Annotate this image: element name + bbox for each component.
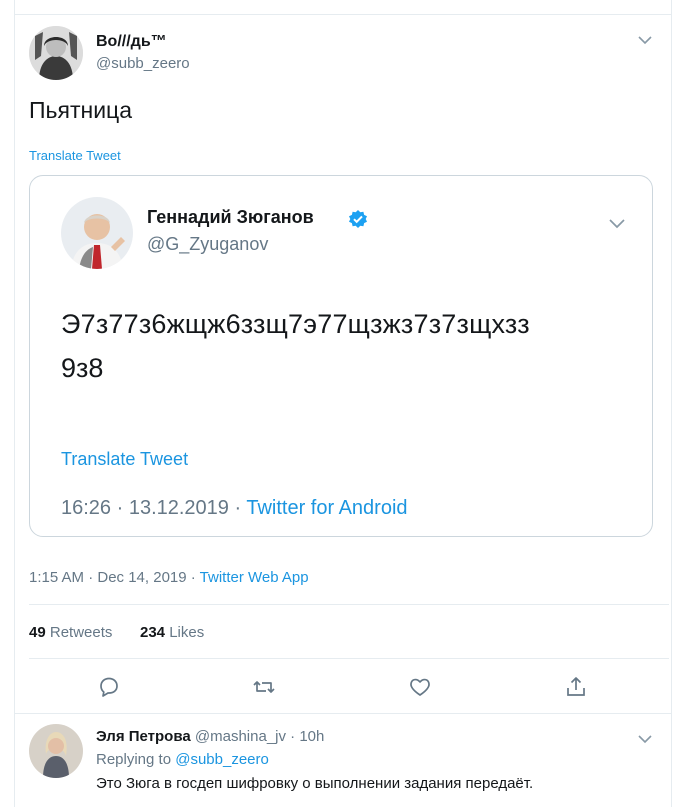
author-avatar[interactable] [29, 26, 83, 80]
top-divider [14, 14, 672, 15]
quoted-tweet-text-line1: Э7з77з6жщж6ззщ7э77щзжз7з7зщхзз [61, 309, 530, 339]
translate-tweet-link[interactable]: Translate Tweet [29, 148, 121, 163]
reply-author-avatar[interactable] [29, 724, 83, 778]
quoted-author-handle[interactable]: @G_Zyuganov [147, 234, 268, 255]
reply-chevron-down-icon[interactable] [637, 731, 653, 747]
quoted-source-link[interactable]: Twitter for Android [246, 497, 407, 519]
share-icon[interactable] [563, 674, 589, 700]
likes-label: Likes [169, 624, 205, 641]
quoted-tweet-text-line2: 9з8 [61, 353, 104, 383]
retweets-label: Retweets [49, 624, 113, 641]
quoted-author-avatar[interactable] [61, 197, 133, 269]
likes-stat[interactable]: 234 Likes [140, 624, 204, 641]
quoted-chevron-down-icon[interactable] [608, 214, 626, 232]
author-name[interactable]: Во///дь™ [96, 33, 167, 51]
reply-icon[interactable] [96, 674, 122, 700]
thread-divider [14, 713, 672, 714]
replying-to: Replying to @subb_zeero [96, 751, 269, 768]
likes-count: 234 [140, 624, 166, 641]
reply-time[interactable]: · 10h [286, 728, 324, 745]
tweet-text: Пьятница [29, 97, 133, 123]
reply-author-handle[interactable]: @mashina_jv [195, 728, 286, 745]
verified-badge-icon [348, 209, 368, 229]
reply-header: Эля Петрова @mashina_jv · 10h [96, 728, 324, 745]
quoted-author-name[interactable]: Геннадий Зюганов [147, 207, 314, 228]
retweets-stat[interactable]: 49 Retweets [29, 624, 112, 641]
chevron-down-icon[interactable] [637, 32, 653, 48]
tweet-meta: 1:15 AM · Dec 14, 2019 · Twitter Web App [29, 569, 309, 586]
replying-to-label: Replying to [96, 751, 176, 768]
divider-stats-top [29, 604, 669, 605]
quoted-meta: 16:26 · 13.12.2019 · Twitter for Android [61, 497, 408, 520]
tweet-timestamp[interactable]: 1:15 AM · Dec 14, 2019 [29, 569, 187, 586]
retweets-count: 49 [29, 624, 46, 641]
heart-icon[interactable] [407, 674, 433, 700]
replying-to-handle[interactable]: @subb_zeero [175, 751, 269, 768]
quoted-timestamp[interactable]: 16:26 · 13.12.2019 · [61, 497, 246, 519]
quoted-translate-tweet-link[interactable]: Translate Tweet [61, 449, 188, 470]
divider-stats-bottom [29, 658, 669, 659]
retweet-icon[interactable] [251, 674, 277, 700]
author-handle[interactable]: @subb_zeero [96, 55, 190, 72]
reply-text: Это Зюга в госдеп шифровку о выполнении … [96, 775, 534, 792]
reply-author-name[interactable]: Эля Петрова [96, 728, 191, 745]
meta-separator: · [186, 569, 200, 586]
tweet-source-link[interactable]: Twitter Web App [200, 569, 309, 586]
